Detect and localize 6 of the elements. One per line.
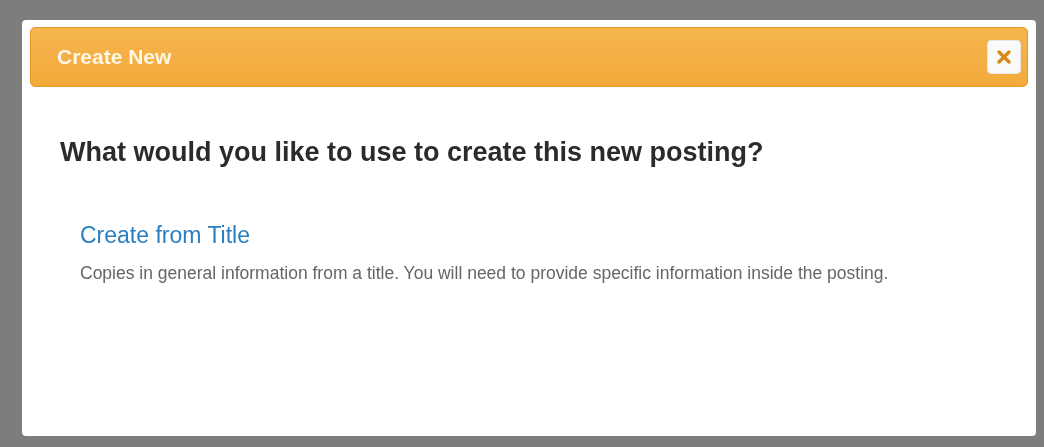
dialog-question: What would you like to use to create this new posting? [60, 137, 765, 168]
close-icon [997, 50, 1011, 64]
option-link[interactable]: Create from Title [80, 222, 250, 249]
dialog-title: Create New [57, 45, 172, 69]
close-button[interactable] [987, 40, 1021, 74]
option-description: Copies in general information from a title. You will need to provide specific information inside the posting. [80, 262, 890, 285]
